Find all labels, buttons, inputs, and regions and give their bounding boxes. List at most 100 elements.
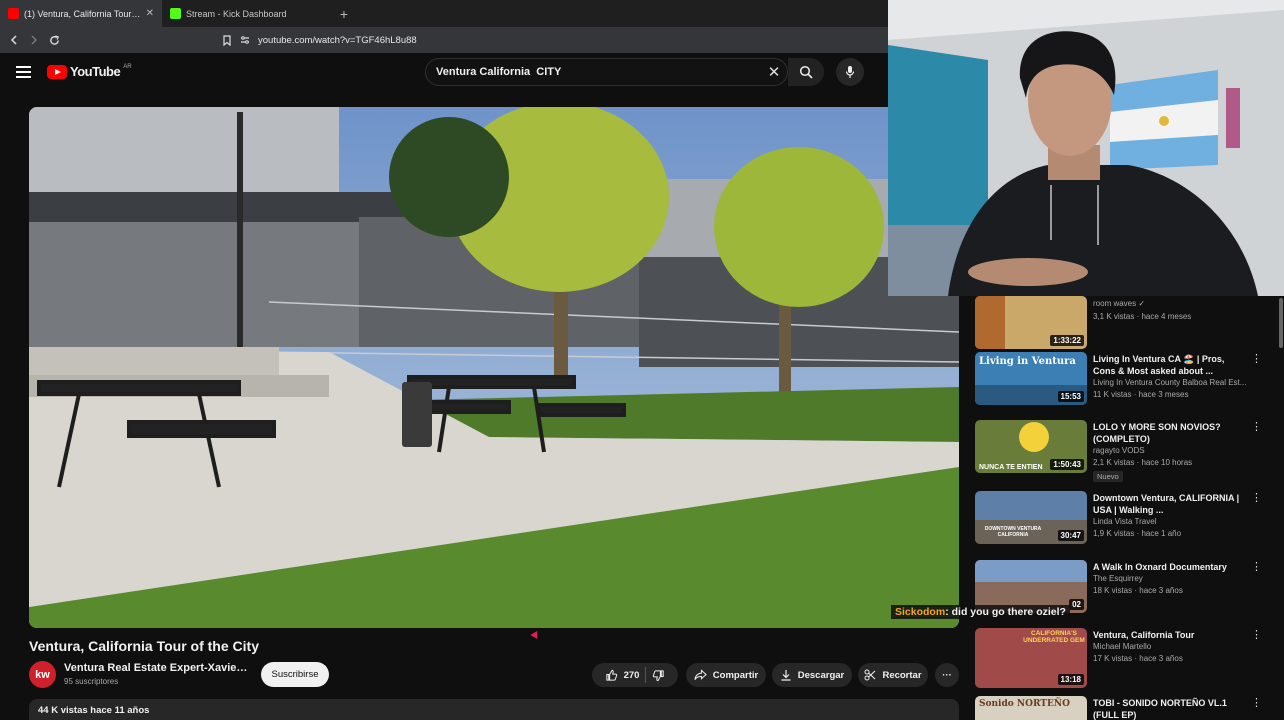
- more-options-icon[interactable]: ⋮: [1251, 421, 1262, 433]
- clip-button[interactable]: Recortar: [858, 663, 928, 687]
- video-meta: 18 K vistas · hace 3 años: [1093, 586, 1183, 595]
- address-bar: youtube.com/watch?v=TGF46hL8u88: [0, 27, 888, 53]
- channel-name[interactable]: room waves ✓: [1093, 299, 1253, 308]
- back-icon[interactable]: [4, 27, 24, 53]
- video-thumbnail[interactable]: DOWNTOWN VENTURA CALIFORNIA 30:47: [975, 491, 1087, 544]
- thumbnail-text: NUNCA TE ENTIEN: [979, 464, 1043, 471]
- duration-badge: 02: [1069, 599, 1084, 610]
- channel-name[interactable]: Living In Ventura County Balboa Real Est…: [1093, 378, 1253, 387]
- youtube-wordmark: YouTube: [70, 64, 121, 79]
- like-count[interactable]: 270: [624, 670, 640, 681]
- share-button[interactable]: Compartir: [686, 663, 766, 687]
- channel-name[interactable]: Ventura Real Estate Expert-Xavier Fl...: [64, 662, 248, 674]
- more-options-icon[interactable]: ⋮: [1251, 353, 1262, 365]
- kick-favicon-icon: [170, 8, 181, 19]
- subscriber-count: 95 suscriptores: [64, 677, 119, 686]
- channel-name[interactable]: The Esquirrey: [1093, 574, 1253, 583]
- channel-name[interactable]: Linda Vista Travel: [1093, 517, 1253, 526]
- video-thumbnail[interactable]: Sonido NORTEÑO: [975, 696, 1087, 720]
- divider: [645, 667, 647, 683]
- clip-label: Recortar: [882, 669, 922, 681]
- tab-kick-dashboard[interactable]: Stream - Kick Dashboard: [162, 0, 332, 27]
- duration-badge: 1:33:22: [1050, 335, 1084, 346]
- more-options-icon[interactable]: ⋮: [1251, 629, 1262, 641]
- thumbnail-text: Living in Ventura: [979, 356, 1076, 367]
- channel-name[interactable]: ragayto VODS: [1093, 446, 1253, 455]
- channel-avatar[interactable]: kw: [29, 661, 56, 688]
- country-code: AR: [123, 64, 132, 70]
- youtube-header: YouTube AR Ventura California CITY ✕: [0, 53, 888, 93]
- youtube-logo[interactable]: YouTube AR: [47, 64, 132, 79]
- channel-name[interactable]: Michael Martello: [1093, 642, 1253, 651]
- search-button[interactable]: [788, 58, 824, 86]
- video-frame-image: [29, 107, 959, 628]
- tab-title: (1) Ventura, California Tour of: [24, 8, 141, 19]
- voice-search-button[interactable]: [836, 58, 864, 86]
- new-badge: Nuevo: [1093, 471, 1123, 482]
- share-icon: [694, 669, 707, 680]
- video-meta: 3,1 K vistas · hace 4 meses: [1093, 312, 1192, 321]
- more-options-icon[interactable]: ⋮: [1251, 492, 1262, 504]
- menu-icon[interactable]: [16, 66, 31, 78]
- reload-icon[interactable]: [44, 27, 64, 53]
- dislike-icon[interactable]: [652, 669, 665, 682]
- youtube-play-icon: [47, 64, 67, 79]
- close-tab-icon[interactable]: ✕: [146, 8, 154, 19]
- video-title[interactable]: Ventura, California Tour: [1093, 629, 1245, 641]
- tab-youtube[interactable]: (1) Ventura, California Tour of ✕: [0, 0, 162, 27]
- video-title[interactable]: Living In Ventura CA 🏖️ | Pros, Cons & M…: [1093, 353, 1245, 377]
- views-and-date: 44 K vistas hace 11 años: [38, 705, 150, 716]
- webcam-overlay: [888, 0, 1284, 296]
- more-options-icon[interactable]: ⋮: [1251, 561, 1262, 573]
- recommendation-item[interactable]: Sonido NORTEÑO TOBI - SONIDO NORTEÑO VL.…: [975, 696, 1275, 720]
- description-box[interactable]: 44 K vistas hace 11 años: [29, 699, 959, 720]
- recommendation-item[interactable]: NUNCA TE ENTIEN 1:50:43 LOLO Y MORE SON …: [975, 420, 1275, 482]
- subscribe-button[interactable]: Suscribirse: [261, 662, 329, 687]
- search-icon: [799, 65, 813, 79]
- video-meta: 17 K vistas · hace 3 años: [1093, 654, 1183, 663]
- duration-badge: 15:53: [1057, 391, 1084, 402]
- recommendation-item[interactable]: Living in Ventura 15:53 Living In Ventur…: [975, 352, 1275, 412]
- video-thumbnail[interactable]: NUNCA TE ENTIEN 1:50:43: [975, 420, 1087, 473]
- site-info-icon[interactable]: [240, 35, 250, 45]
- search-box[interactable]: Ventura California CITY ✕: [425, 58, 788, 86]
- download-label: Descargar: [797, 669, 845, 681]
- youtube-favicon-icon: [8, 8, 19, 19]
- download-icon: [781, 670, 791, 681]
- new-tab-button[interactable]: +: [332, 0, 356, 27]
- share-label: Compartir: [712, 669, 759, 681]
- video-title[interactable]: TOBI - SONIDO NORTEÑO VL.1 (FULL EP): [1093, 697, 1245, 720]
- mouse-cursor-icon: [530, 630, 541, 642]
- recommendation-item[interactable]: DOWNTOWN VENTURA CALIFORNIA 30:47 Downto…: [975, 491, 1275, 551]
- url-text: youtube.com/watch?v=TGF46hL8u88: [258, 34, 417, 46]
- like-icon[interactable]: [605, 669, 618, 682]
- like-dislike-pill: 270: [592, 663, 678, 687]
- url-field[interactable]: youtube.com/watch?v=TGF46hL8u88: [222, 31, 888, 49]
- recommendations-sidebar: 1:33:22 room waves ✓ 3,1 K vistas · hace…: [959, 296, 1284, 720]
- video-title[interactable]: LOLO Y MORE SON NOVIOS? (COMPLETO): [1093, 421, 1245, 445]
- video-thumbnail[interactable]: 1:33:22: [975, 296, 1087, 349]
- chat-text: did you go there oziel?: [951, 606, 1066, 618]
- chat-message: Sickodom: did you go there oziel?: [891, 605, 1070, 619]
- microphone-icon: [845, 66, 855, 78]
- video-title[interactable]: A Walk In Oxnard Documentary: [1093, 561, 1245, 573]
- download-button[interactable]: Descargar: [772, 663, 852, 687]
- recommendation-item[interactable]: 1:33:22 room waves ✓ 3,1 K vistas · hace…: [975, 296, 1275, 356]
- search-input[interactable]: Ventura California CITY: [436, 66, 761, 78]
- video-title[interactable]: Downtown Ventura, CALIFORNIA | USA | Wal…: [1093, 492, 1245, 516]
- duration-badge: 30:47: [1057, 530, 1084, 541]
- thumbnail-text: Sonido NORTEÑO: [979, 699, 1070, 709]
- video-meta: 11 K vistas · hace 3 meses: [1093, 390, 1189, 399]
- screen: (1) Ventura, California Tour of ✕ Stream…: [0, 0, 1284, 720]
- sidebar-scrollbar[interactable]: [1279, 298, 1283, 348]
- recommendation-item[interactable]: CALIFORNIA'S UNDERRATED GEM 13:18 Ventur…: [975, 628, 1275, 688]
- video-thumbnail[interactable]: CALIFORNIA'S UNDERRATED GEM 13:18: [975, 628, 1087, 688]
- clear-search-icon[interactable]: ✕: [761, 63, 787, 81]
- duration-badge: 1:50:43: [1050, 459, 1084, 470]
- video-thumbnail[interactable]: Living in Ventura 15:53: [975, 352, 1087, 405]
- more-actions-button[interactable]: ···: [935, 663, 959, 687]
- more-options-icon[interactable]: ⋮: [1251, 697, 1262, 709]
- bookmark-icon[interactable]: [222, 34, 232, 46]
- forward-icon[interactable]: [24, 27, 44, 53]
- video-player[interactable]: [29, 107, 959, 628]
